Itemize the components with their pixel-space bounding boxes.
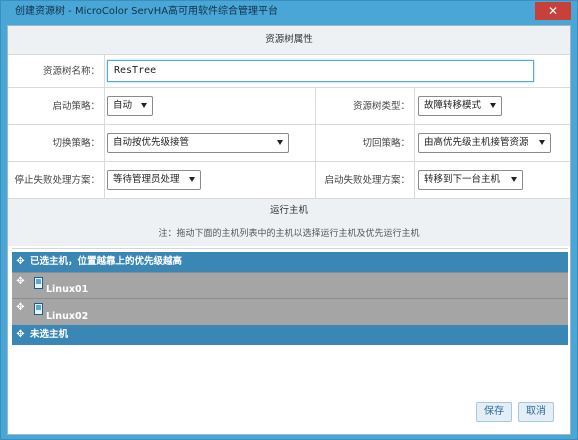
stop-failure-select[interactable]: 等待管理员处理 (107, 170, 201, 190)
attributes-section-title: 资源树属性 (8, 26, 570, 54)
unselected-hosts-header[interactable]: ✥ 未选主机 (12, 325, 568, 345)
tree-type-value: 故障转移模式 (424, 100, 482, 111)
name-label: 资源树名称： (42, 66, 100, 77)
divider (414, 125, 415, 162)
dialog-window: 创建资源树 - MicroColor ServHA高可用软件综合管理平台 ✕ 资… (0, 0, 578, 440)
start-policy-select[interactable]: 自动 (107, 96, 153, 116)
switch-policy-value: 自动按优先级接管 (113, 137, 190, 148)
start-policy-label: 启动策略： (52, 101, 100, 112)
divider (315, 162, 316, 199)
tree-type-label: 资源树类型： (352, 101, 410, 112)
server-icon (34, 277, 43, 289)
divider (104, 162, 105, 199)
divider (315, 125, 316, 162)
switchback-policy-label: 切回策略： (362, 138, 410, 149)
dialog-body: 资源树属性 资源树名称： ResTree 启动策略： 自动 资源树类型： 故障转… (7, 25, 571, 435)
chevron-down-icon (490, 103, 496, 108)
start-failure-value: 转移到下一台主机 (424, 174, 501, 185)
expand-icon[interactable]: ✥ (16, 257, 25, 267)
failure-handling-row: 停止失败处理方案： 等待管理员处理 启动失败处理方案： 转移到下一台主机 (8, 161, 570, 199)
name-row: 资源树名称： ResTree (8, 54, 570, 88)
hosts-note: 注：拖动下面的主机列表中的主机以选择运行主机及优先运行主机 (8, 222, 570, 246)
stop-failure-value: 等待管理员处理 (113, 174, 180, 185)
selected-hosts-header[interactable]: ✥ 已选主机，位置越靠上的优先级越高 (12, 252, 568, 272)
tree-type-select[interactable]: 故障转移模式 (418, 96, 502, 116)
switch-policy-select[interactable]: 自动按优先级接管 (107, 133, 289, 153)
divider (315, 88, 316, 125)
switchback-policy-value: 由高优先级主机接管资源 (424, 137, 529, 148)
start-failure-select[interactable]: 转移到下一台主机 (418, 170, 523, 190)
cancel-button[interactable]: 取消 (518, 402, 554, 422)
divider (104, 125, 105, 162)
host-name: Linux01 (46, 284, 89, 295)
server-icon (34, 303, 43, 315)
expand-icon[interactable]: ✥ (16, 330, 25, 340)
switch-policy-row: 切换策略： 自动按优先级接管 切回策略： 由高优先级主机接管资源 (8, 124, 570, 162)
chevron-down-icon (141, 103, 147, 108)
host-name: Linux02 (46, 311, 89, 322)
chevron-down-icon (539, 140, 545, 145)
save-button[interactable]: 保存 (476, 402, 512, 422)
chevron-down-icon (189, 177, 195, 182)
divider (414, 88, 415, 125)
close-button[interactable]: ✕ (535, 2, 571, 20)
drag-handle-icon[interactable]: ✥ (16, 303, 25, 313)
switchback-policy-select[interactable]: 由高优先级主机接管资源 (418, 133, 551, 153)
start-policy-value: 自动 (113, 100, 133, 111)
host-row[interactable]: ✥ Linux02 (12, 298, 568, 325)
drag-handle-icon[interactable]: ✥ (16, 277, 25, 287)
chevron-down-icon (511, 177, 517, 182)
switch-policy-label: 切换策略： (52, 138, 100, 149)
divider (414, 162, 415, 199)
stop-failure-label: 停止失败处理方案： (14, 175, 100, 186)
hosts-list: ✥ 已选主机，位置越靠上的优先级越高 ✥ Linux01 ✥ Linux02 ✥… (12, 248, 568, 403)
window-title: 创建资源树 - MicroColor ServHA高可用软件综合管理平台 (15, 6, 279, 17)
start-policy-row: 启动策略： 自动 资源树类型： 故障转移模式 (8, 87, 570, 125)
host-row[interactable]: ✥ Linux01 (12, 272, 568, 298)
divider (104, 55, 105, 88)
hosts-section-title: 运行主机 (8, 198, 570, 222)
divider (104, 88, 105, 125)
start-failure-label: 启动失败处理方案： (324, 175, 410, 186)
unselected-hosts-label: 未选主机 (30, 329, 69, 340)
chevron-down-icon (277, 140, 283, 145)
selected-hosts-label: 已选主机，位置越靠上的优先级越高 (30, 256, 183, 267)
name-input[interactable]: ResTree (107, 60, 534, 82)
